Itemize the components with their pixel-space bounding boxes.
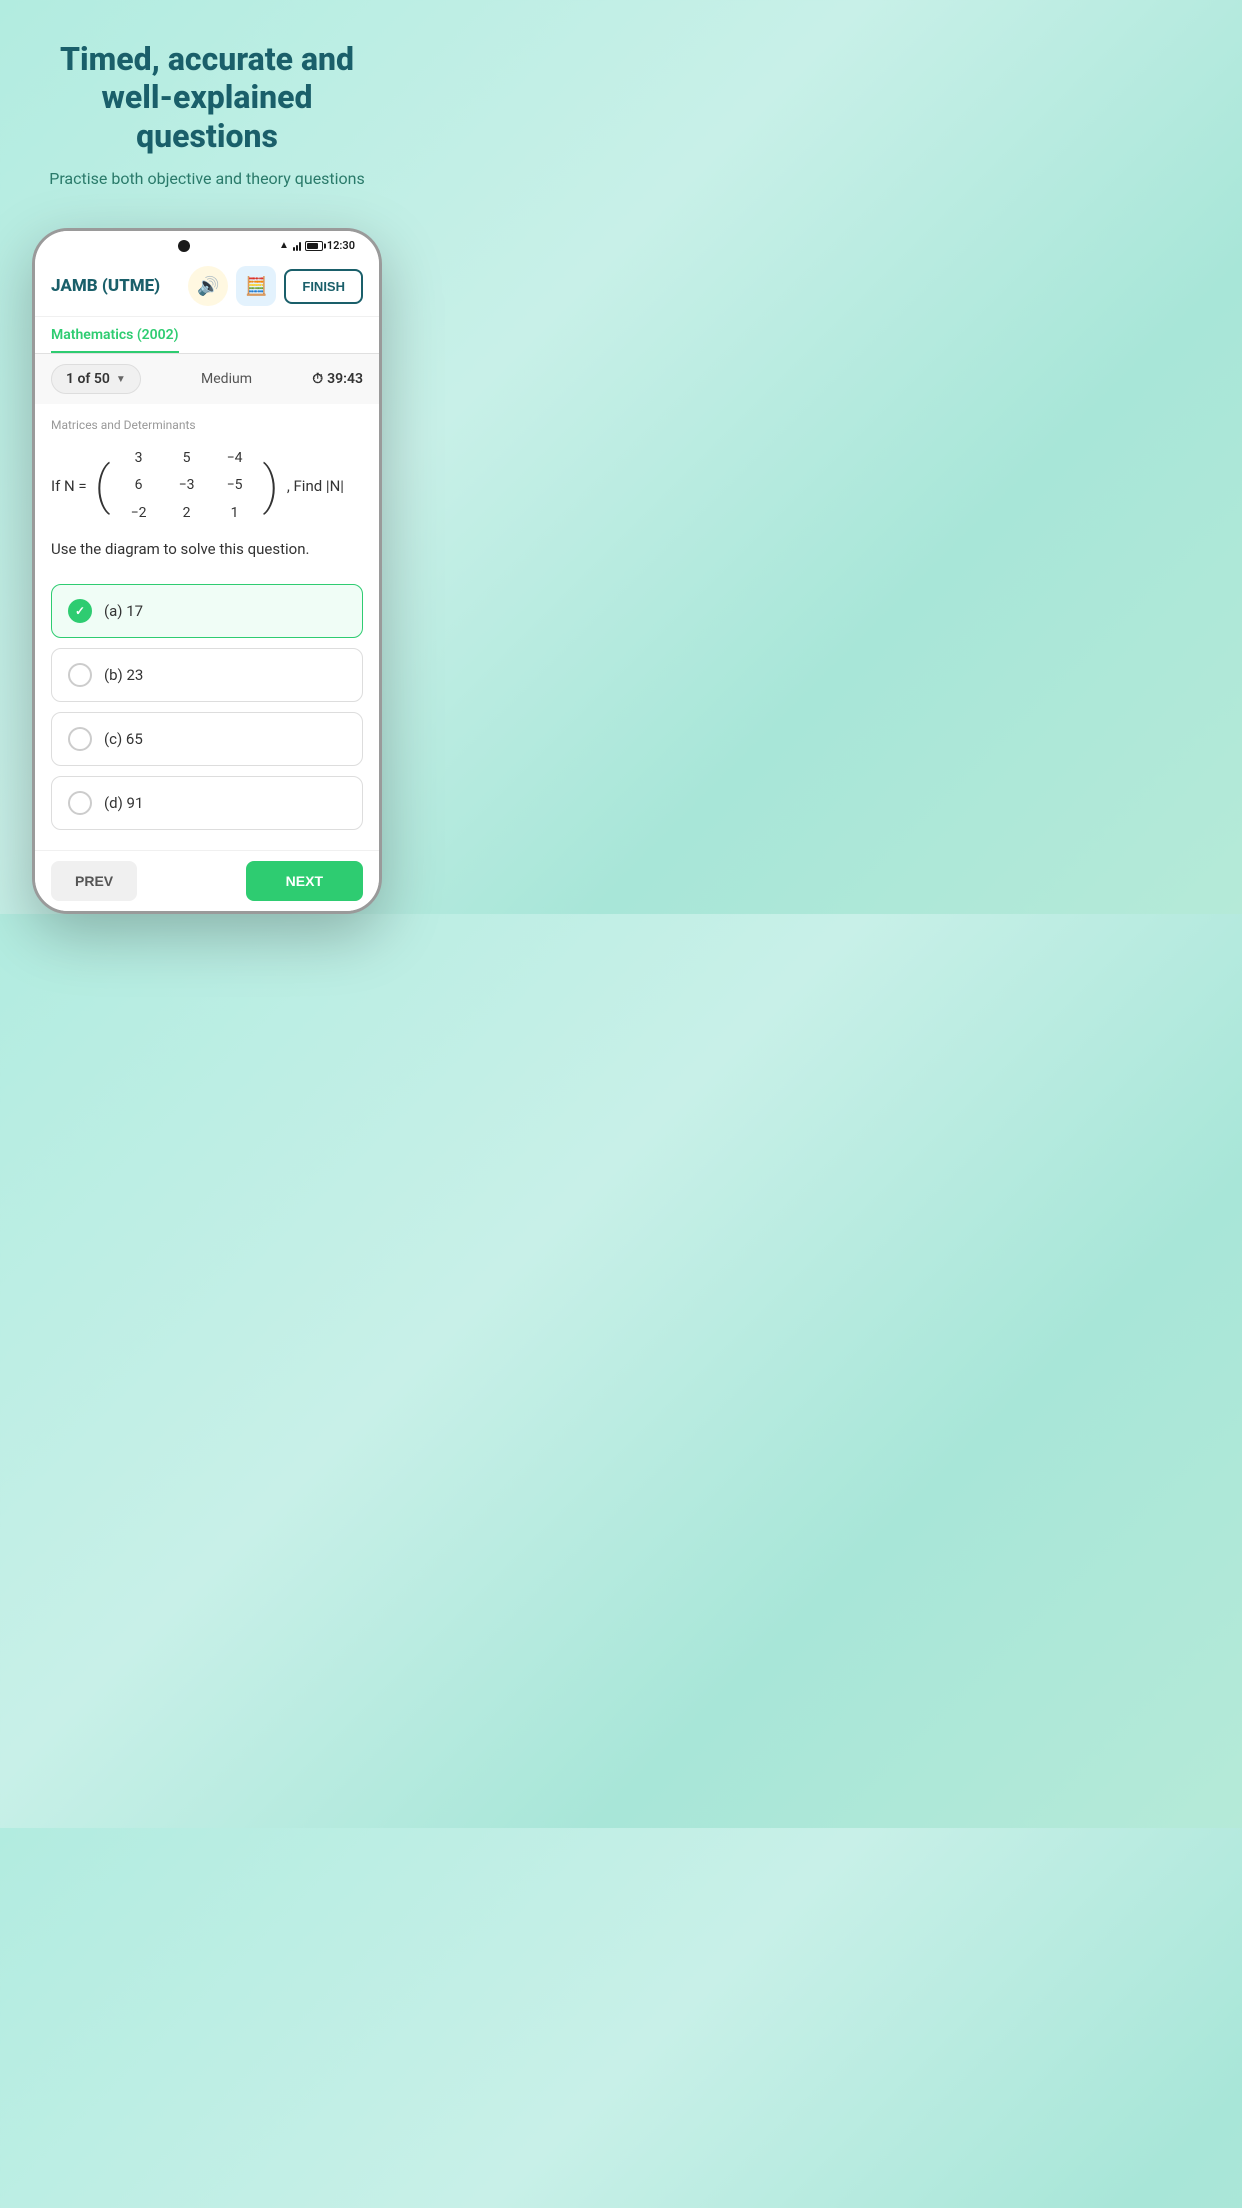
matrix-cell-00: 3: [119, 446, 159, 471]
next-button[interactable]: NEXT: [246, 861, 363, 901]
status-center: [178, 240, 190, 252]
matrix-cell-11: −3: [167, 473, 207, 498]
app-header: JAMB (UTME) 🔊 🧮 FINISH: [35, 256, 379, 317]
radio-a: [68, 599, 92, 623]
question-topic: Matrices and Determinants: [51, 418, 363, 432]
chevron-down-icon: ▼: [116, 374, 126, 385]
timer-value: 39:43: [327, 371, 363, 387]
subject-tab: Mathematics (2002): [35, 317, 379, 354]
question-meta-bar: 1 of 50 ▼ Medium ⏱ 39:43: [35, 354, 379, 404]
wifi-icon: ▲: [279, 240, 289, 251]
signal-bar-1: [293, 247, 295, 251]
option-d[interactable]: (d) 91: [51, 776, 363, 830]
question-content: Matrices and Determinants If N = ( 3 5 −…: [35, 404, 379, 584]
option-a-text: (a) 17: [104, 602, 143, 620]
header-actions: 🔊 🧮 FINISH: [188, 266, 363, 306]
matrix-left-bracket: (: [95, 460, 111, 512]
status-bar: ▲ 12:30: [35, 231, 379, 256]
options-container: (a) 17 (b) 23 (c) 65 (d) 91: [35, 584, 379, 850]
hero-section: Timed, accurate and well-explained quest…: [0, 0, 414, 218]
finish-button[interactable]: FINISH: [284, 269, 363, 304]
signal-bar-3: [299, 242, 301, 251]
difficulty-label: Medium: [201, 371, 252, 387]
question-instruction: Use the diagram to solve this question.: [51, 540, 363, 558]
matrix-grid: 3 5 −4 6 −3 −5 −2 2 1: [119, 446, 255, 526]
option-b-text: (b) 23: [104, 666, 143, 684]
hero-subtitle: Practise both objective and theory quest…: [30, 169, 384, 188]
option-b[interactable]: (b) 23: [51, 648, 363, 702]
matrix-cell-21: 2: [167, 501, 207, 526]
page-wrapper: Timed, accurate and well-explained quest…: [0, 0, 414, 914]
hero-title: Timed, accurate and well-explained quest…: [30, 40, 384, 155]
option-a[interactable]: (a) 17: [51, 584, 363, 638]
option-c[interactable]: (c) 65: [51, 712, 363, 766]
phone-container: ▲ 12:30: [0, 218, 414, 914]
app-title: JAMB (UTME): [51, 276, 160, 296]
phone-frame: ▲ 12:30: [32, 228, 382, 914]
camera-notch: [178, 240, 190, 252]
option-c-text: (c) 65: [104, 730, 143, 748]
question-selector[interactable]: 1 of 50 ▼: [51, 364, 141, 394]
timer-icon: ⏱: [312, 371, 323, 387]
option-d-text: (d) 91: [104, 794, 143, 812]
prev-button[interactable]: PREV: [51, 861, 137, 901]
battery-icon: [305, 241, 323, 251]
battery-fill: [307, 243, 318, 249]
matrix-equation: If N = ( 3 5 −4 6 −3 −5 −2 2 1 ) , Find: [51, 446, 363, 526]
signal-icon: [293, 241, 301, 251]
status-bar-inner: ▲ 12:30: [55, 239, 359, 252]
matrix-right-bracket: ): [263, 460, 279, 512]
status-right: ▲ 12:30: [279, 239, 355, 252]
matrix-cell-10: 6: [119, 473, 159, 498]
radio-c: [68, 727, 92, 751]
sound-button[interactable]: 🔊: [188, 266, 228, 306]
matrix-cell-02: −4: [215, 446, 255, 471]
radio-d: [68, 791, 92, 815]
sound-icon: 🔊: [197, 276, 219, 297]
timer-display: ⏱ 39:43: [312, 371, 363, 387]
matrix-cell-20: −2: [119, 501, 159, 526]
find-label: , Find |N|: [287, 477, 344, 495]
status-time: 12:30: [327, 239, 355, 252]
calculator-button[interactable]: 🧮: [236, 266, 276, 306]
calculator-icon: 🧮: [245, 276, 267, 297]
matrix-label: If N =: [51, 477, 87, 495]
subject-tab-label[interactable]: Mathematics (2002): [51, 317, 179, 353]
bottom-nav: PREV NEXT: [35, 850, 379, 911]
question-number: 1 of 50: [66, 371, 110, 387]
matrix-cell-12: −5: [215, 473, 255, 498]
radio-b: [68, 663, 92, 687]
matrix-cell-22: 1: [215, 501, 255, 526]
matrix-cell-01: 5: [167, 446, 207, 471]
signal-bar-2: [296, 245, 298, 251]
